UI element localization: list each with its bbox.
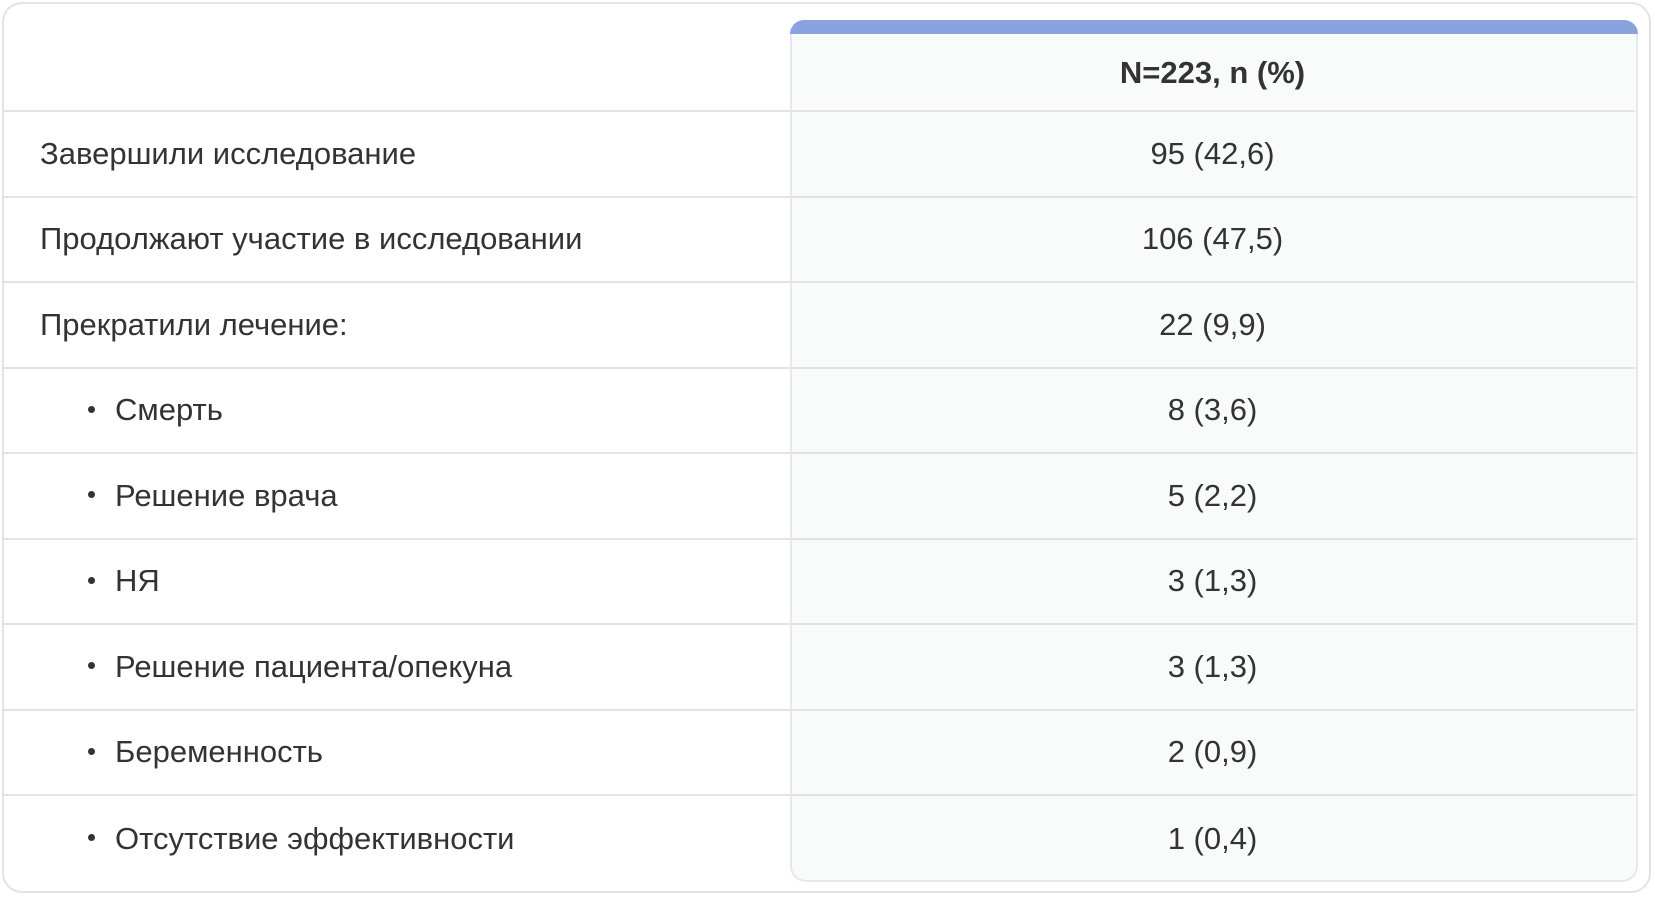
row-label-text: НЯ	[115, 563, 160, 599]
row-label-text: Решение пациента/опекуна	[115, 648, 513, 684]
row-label-text: Беременность	[115, 734, 323, 770]
row-value: 1 (0,4)	[1167, 820, 1258, 856]
row-value: 22 (9,9)	[1159, 306, 1266, 342]
table-row: Завершили исследование 95 (42,6)	[4, 112, 1635, 198]
row-label: Беременность	[4, 734, 790, 770]
bullet-icon	[88, 491, 95, 499]
row-label: Смерть	[4, 392, 790, 428]
table-row: Отсутствие эффективности 1 (0,4)	[4, 796, 1635, 882]
bullet-icon	[88, 834, 95, 842]
row-value: 3 (1,3)	[1167, 648, 1258, 684]
row-label-text: Отсутствие эффективности	[115, 820, 515, 856]
header-value-cell: N=223, n (%)	[1119, 55, 1306, 90]
row-label-text: Смерть	[115, 392, 223, 428]
row-label-text: Решение врача	[115, 477, 338, 513]
row-label-text: Прекратили лечение:	[40, 306, 348, 342]
row-label-text: Продолжают участие в исследовании	[40, 221, 583, 257]
row-label-text: Завершили исследование	[40, 135, 417, 171]
row-label: Решение врача	[4, 478, 790, 514]
table-row: Продолжают участие в исследовании 106 (4…	[4, 198, 1635, 283]
row-label: НЯ	[4, 563, 790, 599]
row-label: Отсутствие эффективности	[4, 821, 790, 857]
row-value: 5 (2,2)	[1167, 477, 1258, 513]
row-value: 2 (0,9)	[1167, 734, 1258, 770]
bullet-icon	[88, 747, 95, 755]
table-card: N=223, n (%) Завершили исследование 95 (…	[2, 2, 1651, 893]
bullet-icon	[88, 405, 95, 413]
row-label: Завершили исследование	[4, 136, 790, 172]
row-value: 8 (3,6)	[1167, 392, 1258, 428]
row-label: Решение пациента/опекуна	[4, 649, 790, 685]
disposition-table: N=223, n (%) Завершили исследование 95 (…	[4, 24, 1635, 882]
table-row: НЯ 3 (1,3)	[4, 540, 1635, 625]
table-row: Решение пациента/опекуна 3 (1,3)	[4, 625, 1635, 711]
row-value: 3 (1,3)	[1167, 563, 1258, 599]
table-row: Решение врача 5 (2,2)	[4, 454, 1635, 540]
table-row: Беременность 2 (0,9)	[4, 711, 1635, 796]
table-header-row: N=223, n (%)	[4, 24, 1635, 112]
table-row: Прекратили лечение: 22 (9,9)	[4, 283, 1635, 369]
row-label: Продолжают участие в исследовании	[4, 221, 790, 257]
bullet-icon	[88, 662, 95, 670]
bullet-icon	[88, 576, 95, 584]
row-value: 95 (42,6)	[1150, 135, 1275, 171]
row-value: 106 (47,5)	[1141, 221, 1284, 257]
table-row: Смерть 8 (3,6)	[4, 369, 1635, 454]
row-label: Прекратили лечение:	[4, 307, 790, 343]
